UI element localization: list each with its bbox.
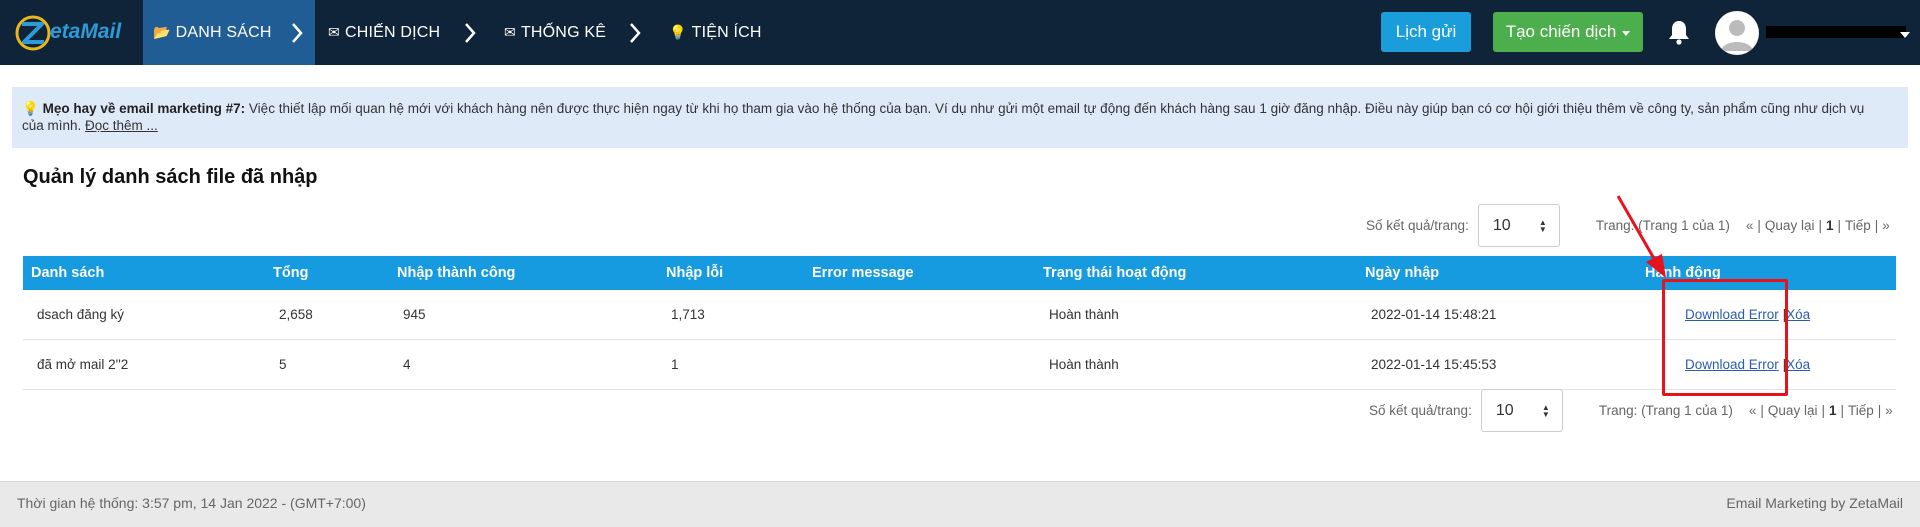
nav-thong-ke[interactable]: ✉ THỐNG KÊ xyxy=(504,0,606,65)
chevron-right-icon xyxy=(629,0,641,65)
read-more-link[interactable]: Đọc thêm ... xyxy=(85,118,158,133)
schedule-button[interactable]: Lịch gửi xyxy=(1381,12,1471,52)
username-redacted[interactable] xyxy=(1766,26,1906,38)
pager-separator: | xyxy=(1837,218,1841,233)
current-page[interactable]: 1 xyxy=(1826,218,1834,233)
prev-page-link[interactable]: Quay lại xyxy=(1765,218,1815,233)
page-info: Trang: (Trang 1 của 1) xyxy=(1598,403,1733,418)
per-page-value: 10 xyxy=(1492,216,1511,234)
pager-separator: | xyxy=(1877,403,1882,418)
last-page-link[interactable]: » xyxy=(1882,218,1890,233)
pager-separator: | xyxy=(1821,403,1825,418)
col-nhap-thanh-cong: Nhập thành công xyxy=(397,265,516,281)
pager-bottom: Số kết quả/trang: 10 ▲ ▼ Trang: (Trang 1 … xyxy=(1369,389,1893,432)
per-page-label: Số kết quả/trang: xyxy=(1369,403,1472,418)
last-page-link[interactable]: » xyxy=(1885,403,1893,418)
footer: Thời gian hệ thống: 3:57 pm, 14 Jan 2022… xyxy=(0,481,1920,527)
chevron-right-icon xyxy=(292,23,303,43)
cell-errors: 1,713 xyxy=(671,307,705,322)
cell-name: đã mở mail 2''2 xyxy=(37,357,129,372)
delete-link[interactable]: Xóa xyxy=(1786,307,1810,322)
system-time: Thời gian hệ thống: 3:57 pm, 14 Jan 2022… xyxy=(17,495,366,511)
tip-title: Mẹo hay về email marketing #7: xyxy=(42,101,246,116)
col-tong: Tổng xyxy=(273,265,309,281)
avatar[interactable] xyxy=(1715,11,1759,55)
table-row: dsach đăng ký 2,658 945 1,713 Hoàn thành… xyxy=(23,290,1896,340)
envelope-icon: ✉ xyxy=(328,24,340,40)
pager-separator: | xyxy=(1874,218,1879,233)
cell-date: 2022-01-14 15:48:21 xyxy=(1371,307,1497,322)
zetamail-logo[interactable]: etaMail xyxy=(14,11,124,53)
first-page-link[interactable]: « xyxy=(1749,403,1757,418)
current-page[interactable]: 1 xyxy=(1829,403,1837,418)
nav-thong-ke-label: THỐNG KÊ xyxy=(520,23,607,41)
delete-link[interactable]: Xóa xyxy=(1786,357,1810,372)
first-page-link[interactable]: « xyxy=(1746,218,1754,233)
lightbulb-icon: 💡 xyxy=(669,24,687,40)
cell-total: 5 xyxy=(279,357,287,372)
col-nhap-loi: Nhập lỗi xyxy=(666,265,724,281)
top-nav-bar: etaMail 📂 DANH SÁCH ✉ CHIẾN DỊCH ✉ THỐNG… xyxy=(0,0,1920,65)
next-page-link[interactable]: Tiếp xyxy=(1845,218,1871,233)
create-campaign-label: Tạo chiến dịch xyxy=(1505,22,1617,41)
nav-danh-sach-label: DANH SÁCH xyxy=(175,23,272,41)
cell-success: 945 xyxy=(403,307,426,322)
lightbulb-icon: 💡 xyxy=(22,101,39,116)
select-arrows-icon: ▲ ▼ xyxy=(1538,218,1547,234)
folder-icon: 📂 xyxy=(153,24,171,40)
logo-text: etaMail xyxy=(50,20,122,43)
next-page-link[interactable]: Tiếp xyxy=(1848,403,1874,418)
col-trang-thai: Trạng thái hoạt động xyxy=(1043,265,1187,281)
cell-status: Hoàn thành xyxy=(1049,357,1119,372)
footer-credit: Email Marketing by ZetaMail xyxy=(1726,495,1903,511)
nav-danh-sach[interactable]: 📂 DANH SÁCH xyxy=(143,0,315,65)
nav-tien-ich-label: TIỆN ÍCH xyxy=(691,23,762,41)
cell-date: 2022-01-14 15:45:53 xyxy=(1371,357,1497,372)
cell-success: 4 xyxy=(403,357,411,372)
page-title: Quản lý danh sách file đã nhập xyxy=(23,166,318,188)
caret-down-icon xyxy=(1622,30,1631,36)
pager-separator: | xyxy=(1757,218,1761,233)
zetamail-logo-mark xyxy=(15,15,51,51)
col-danh-sach: Danh sách xyxy=(31,265,105,281)
tip-text: Việc thiết lập mối quan hệ mới với khách… xyxy=(22,101,1865,133)
bell-icon[interactable] xyxy=(1665,18,1693,46)
nav-chien-dich[interactable]: ✉ CHIẾN DỊCH xyxy=(328,0,440,65)
annotation-arrow-icon xyxy=(1616,195,1666,278)
col-error-message: Error message xyxy=(812,265,914,281)
cell-name: dsach đăng ký xyxy=(37,307,125,322)
per-page-select[interactable]: 10 ▲ ▼ xyxy=(1477,204,1560,247)
user-icon xyxy=(1721,20,1753,51)
per-page-select[interactable]: 10 ▲ ▼ xyxy=(1480,389,1563,432)
envelope-icon: ✉ xyxy=(504,24,516,40)
annotation-highlight-box xyxy=(1662,279,1788,396)
prev-page-link[interactable]: Quay lại xyxy=(1768,403,1818,418)
marketing-tip-box: 💡 Mẹo hay về email marketing #7: Việc th… xyxy=(12,87,1908,148)
nav-chien-dich-label: CHIẾN DỊCH xyxy=(344,23,441,41)
table-row: đã mở mail 2''2 5 4 1 Hoàn thành 2022-01… xyxy=(23,340,1896,390)
col-ngay-nhap: Ngày nhập xyxy=(1365,265,1440,281)
caret-down-icon[interactable] xyxy=(1900,32,1910,38)
nav-tien-ich[interactable]: 💡 TIỆN ÍCH xyxy=(669,0,762,65)
per-page-value: 10 xyxy=(1495,401,1514,419)
cell-status: Hoàn thành xyxy=(1049,307,1119,322)
pager-separator: | xyxy=(1818,218,1822,233)
pager-separator: | xyxy=(1840,403,1844,418)
select-arrows-icon: ▲ ▼ xyxy=(1541,403,1550,419)
chevron-right-icon xyxy=(464,0,476,65)
create-campaign-button[interactable]: Tạo chiến dịch xyxy=(1493,12,1643,52)
cell-errors: 1 xyxy=(671,357,679,372)
cell-total: 2,658 xyxy=(279,307,313,322)
per-page-label: Số kết quả/trang: xyxy=(1366,218,1469,233)
pager-separator: | xyxy=(1760,403,1764,418)
